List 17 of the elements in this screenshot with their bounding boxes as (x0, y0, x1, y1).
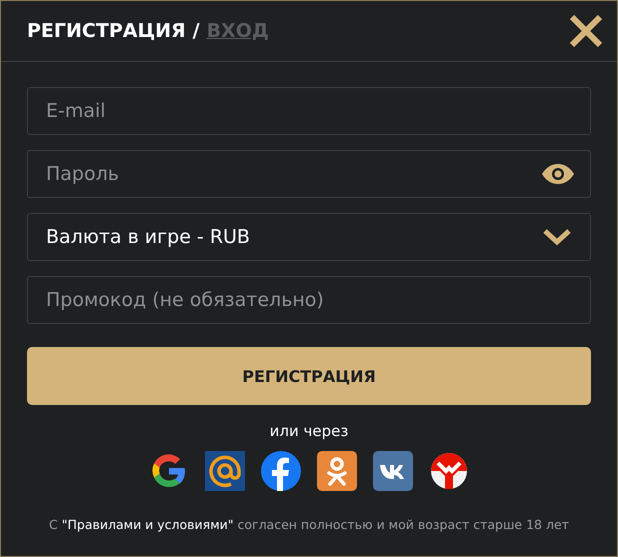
terms-text: С "Правилами и условиями" согласен полностью и мой возраст старше 18 лет (49, 517, 569, 532)
tab[interactable]: РЕГИСТРАЦИЯ (27, 20, 186, 42)
vk-icon[interactable] (373, 451, 413, 491)
terms-link[interactable]: "Правилами и условиями" (62, 517, 234, 532)
register-button[interactable]: РЕГИСТРАЦИЯ (27, 347, 591, 405)
text-field[interactable]: E-mail (27, 87, 591, 135)
separator: / (192, 20, 200, 42)
yandex-browser-icon[interactable] (429, 451, 469, 491)
odnoklassniki-icon[interactable] (317, 451, 357, 491)
currency-dropdown[interactable]: Валюта в игре - RUB (27, 213, 591, 261)
password-field[interactable]: Пароль (27, 150, 591, 198)
facebook-icon[interactable] (261, 451, 301, 491)
at-sign-icon[interactable] (205, 451, 245, 491)
social-caption: или через (270, 422, 348, 440)
eye-icon[interactable] (541, 163, 575, 185)
text-field[interactable]: Промокод (не обязательно) (27, 276, 591, 324)
close-icon[interactable] (569, 14, 603, 48)
